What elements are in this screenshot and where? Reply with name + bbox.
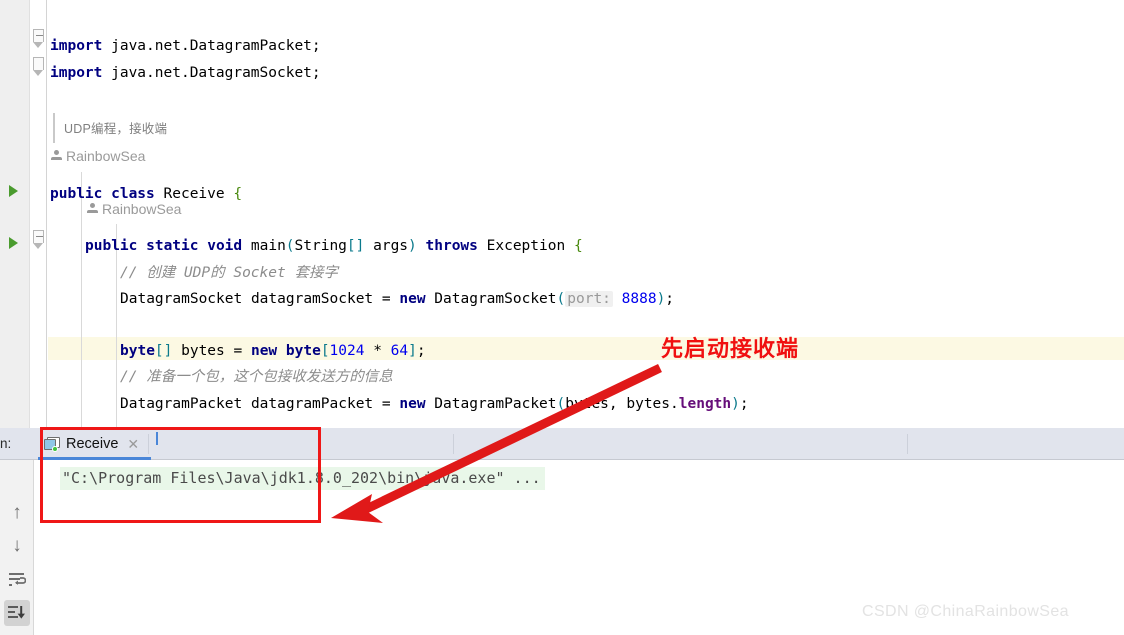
code-token: // 创建 UDP的 Socket 套接字 <box>120 265 338 281</box>
code-token: // 准备一个包，这个包接收发送方的信息 <box>120 369 393 385</box>
code-line-comment-2: // 准备一个包，这个包接收发送方的信息 <box>120 364 393 390</box>
code-line-comment-1: // 创建 UDP的 Socket 套接字 <box>120 260 338 286</box>
code-line-import-1: import java.net.DatagramPacket; <box>50 33 321 59</box>
code-token: { <box>573 238 583 254</box>
code-line-class-decl: public class Receive { <box>50 181 242 207</box>
code-token: [] <box>346 238 365 254</box>
run-tab-label: Receive <box>66 436 119 452</box>
code-token: new <box>399 396 426 412</box>
code-token: Receive <box>163 186 234 202</box>
code-token: ) <box>656 291 666 307</box>
arrow-down-icon[interactable]: ↓ <box>4 533 30 559</box>
tab-divider <box>907 434 908 454</box>
tab-bar-caret <box>156 432 158 445</box>
code-token: java.net.DatagramSocket; <box>102 65 321 81</box>
console-toolbar[interactable]: ↑ ↓ <box>0 460 34 635</box>
code-token: 64 <box>390 343 409 359</box>
parameter-hint: port: <box>565 291 613 307</box>
code-token: throws <box>425 238 478 254</box>
code-token: [] <box>154 343 173 359</box>
code-token: ( <box>556 291 566 307</box>
code-line-socket-stmt: DatagramSocket datagramSocket = new Data… <box>120 286 674 312</box>
code-token: ; <box>665 291 675 307</box>
code-token: DatagramPacket <box>425 396 557 412</box>
code-token: java.net.DatagramPacket; <box>102 38 321 54</box>
code-token: import <box>50 38 103 54</box>
code-token: DatagramSocket datagramSocket = <box>120 291 400 307</box>
arrow-up-glyph: ↑ <box>12 502 22 523</box>
arrow-down-glyph: ↓ <box>12 535 22 556</box>
code-token: ; <box>416 343 426 359</box>
annotation-note-text: 先启动接收端 <box>661 336 800 361</box>
arrow-up-icon[interactable]: ↑ <box>4 500 30 526</box>
code-token: ( <box>285 238 295 254</box>
code-token: String <box>294 238 347 254</box>
code-token: ) <box>731 396 740 412</box>
code-token: import <box>50 65 103 81</box>
code-token: ; <box>739 396 749 412</box>
code-token: new <box>399 291 426 307</box>
run-configuration-icon <box>44 437 60 452</box>
run-tab-bar: n: Receive ✕ <box>0 428 1124 460</box>
code-token: ] <box>408 343 417 359</box>
code-editor[interactable]: UDP编程，接收端 RainbowSea RainbowSea import j… <box>0 0 1124 428</box>
code-token: Exception <box>477 238 574 254</box>
code-token: args <box>364 238 409 254</box>
code-token: public static void <box>85 238 251 254</box>
code-token: DatagramPacket datagramPacket = <box>120 396 400 412</box>
code-token: bytes = <box>172 343 251 359</box>
code-token: { <box>233 186 243 202</box>
code-token: bytes, bytes. <box>565 396 679 412</box>
csdn-watermark: CSDN @ChinaRainbowSea <box>862 603 1069 620</box>
scroll-to-end-icon[interactable] <box>4 600 30 626</box>
code-token: DatagramSocket <box>425 291 557 307</box>
code-line-packet-stmt: DatagramPacket datagramPacket = new Data… <box>120 391 749 417</box>
tab-divider <box>148 434 149 454</box>
code-token: 1024 <box>329 343 365 359</box>
code-token: 8888 <box>612 291 657 307</box>
screenshot-root: UDP编程，接收端 RainbowSea RainbowSea import j… <box>0 0 1124 635</box>
code-line-bytes-stmt: byte[] bytes = new byte[1024 * 64]; <box>120 338 426 364</box>
soft-wrap-icon[interactable] <box>4 567 30 593</box>
run-tab-active-underline <box>38 457 151 460</box>
code-token: [ <box>320 343 330 359</box>
code-text-layer[interactable]: import java.net.DatagramPacket; import ja… <box>0 0 1124 428</box>
console-output-line: "C:\Program Files\Java\jdk1.8.0_202\bin\… <box>60 467 545 490</box>
code-token: ( <box>556 396 566 412</box>
tab-divider <box>453 434 454 454</box>
run-window-label: n: <box>0 436 12 451</box>
code-token: main <box>250 238 286 254</box>
close-icon[interactable]: ✕ <box>127 437 139 451</box>
code-token: public class <box>50 186 164 202</box>
code-line-import-2: import java.net.DatagramSocket; <box>50 60 321 86</box>
code-token: ) <box>408 238 417 254</box>
code-token: byte <box>120 343 155 359</box>
code-token: * <box>364 343 391 359</box>
code-line-main-decl: public static void main(String[] args) t… <box>85 233 583 259</box>
code-token: length <box>678 396 732 412</box>
code-token: new byte <box>250 343 321 359</box>
run-tab-receive[interactable]: Receive ✕ <box>38 428 147 460</box>
